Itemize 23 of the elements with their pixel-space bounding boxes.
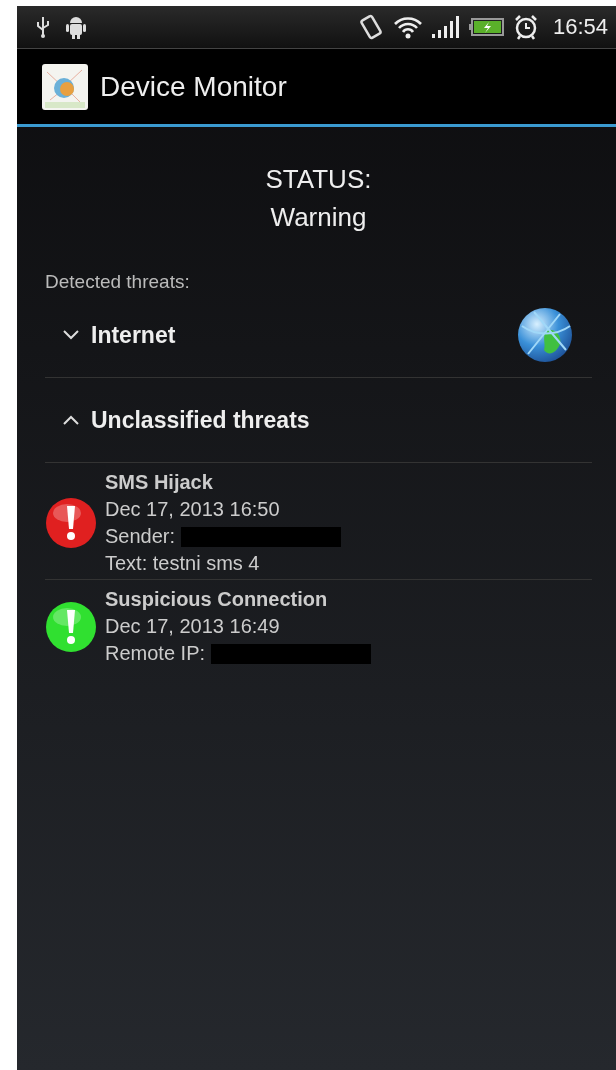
signal-icon	[430, 15, 461, 39]
threat-title: Suspicious Connection	[105, 587, 329, 612]
android-icon	[63, 14, 89, 40]
threat-detail: Remote IP:	[105, 641, 206, 666]
status-value: Warning	[270, 201, 367, 233]
group-header[interactable]: Unclassified threats	[45, 378, 592, 463]
globe-icon	[516, 306, 574, 364]
battery-icon	[468, 17, 505, 37]
clock-time: 16:54	[552, 14, 608, 40]
chevron-icon	[63, 415, 79, 425]
status-label: STATUS:	[265, 163, 372, 195]
usb-icon	[35, 16, 51, 38]
threat-detail: Sender:	[105, 524, 176, 549]
threat-detail: Text: testni sms 4	[105, 551, 260, 576]
threat-title: SMS Hijack	[105, 470, 214, 495]
app-logo-icon[interactable]	[42, 63, 88, 110]
group-header[interactable]: Internet	[45, 293, 592, 378]
app-title: Device Monitor	[100, 70, 287, 103]
threat-detail: Dec 17, 2013 16:50	[105, 497, 280, 522]
chevron-icon	[63, 330, 79, 340]
threat-detail: Dec 17, 2013 16:49	[105, 614, 280, 639]
section-label: Detected threats:	[45, 271, 190, 293]
wifi-icon	[392, 15, 423, 39]
